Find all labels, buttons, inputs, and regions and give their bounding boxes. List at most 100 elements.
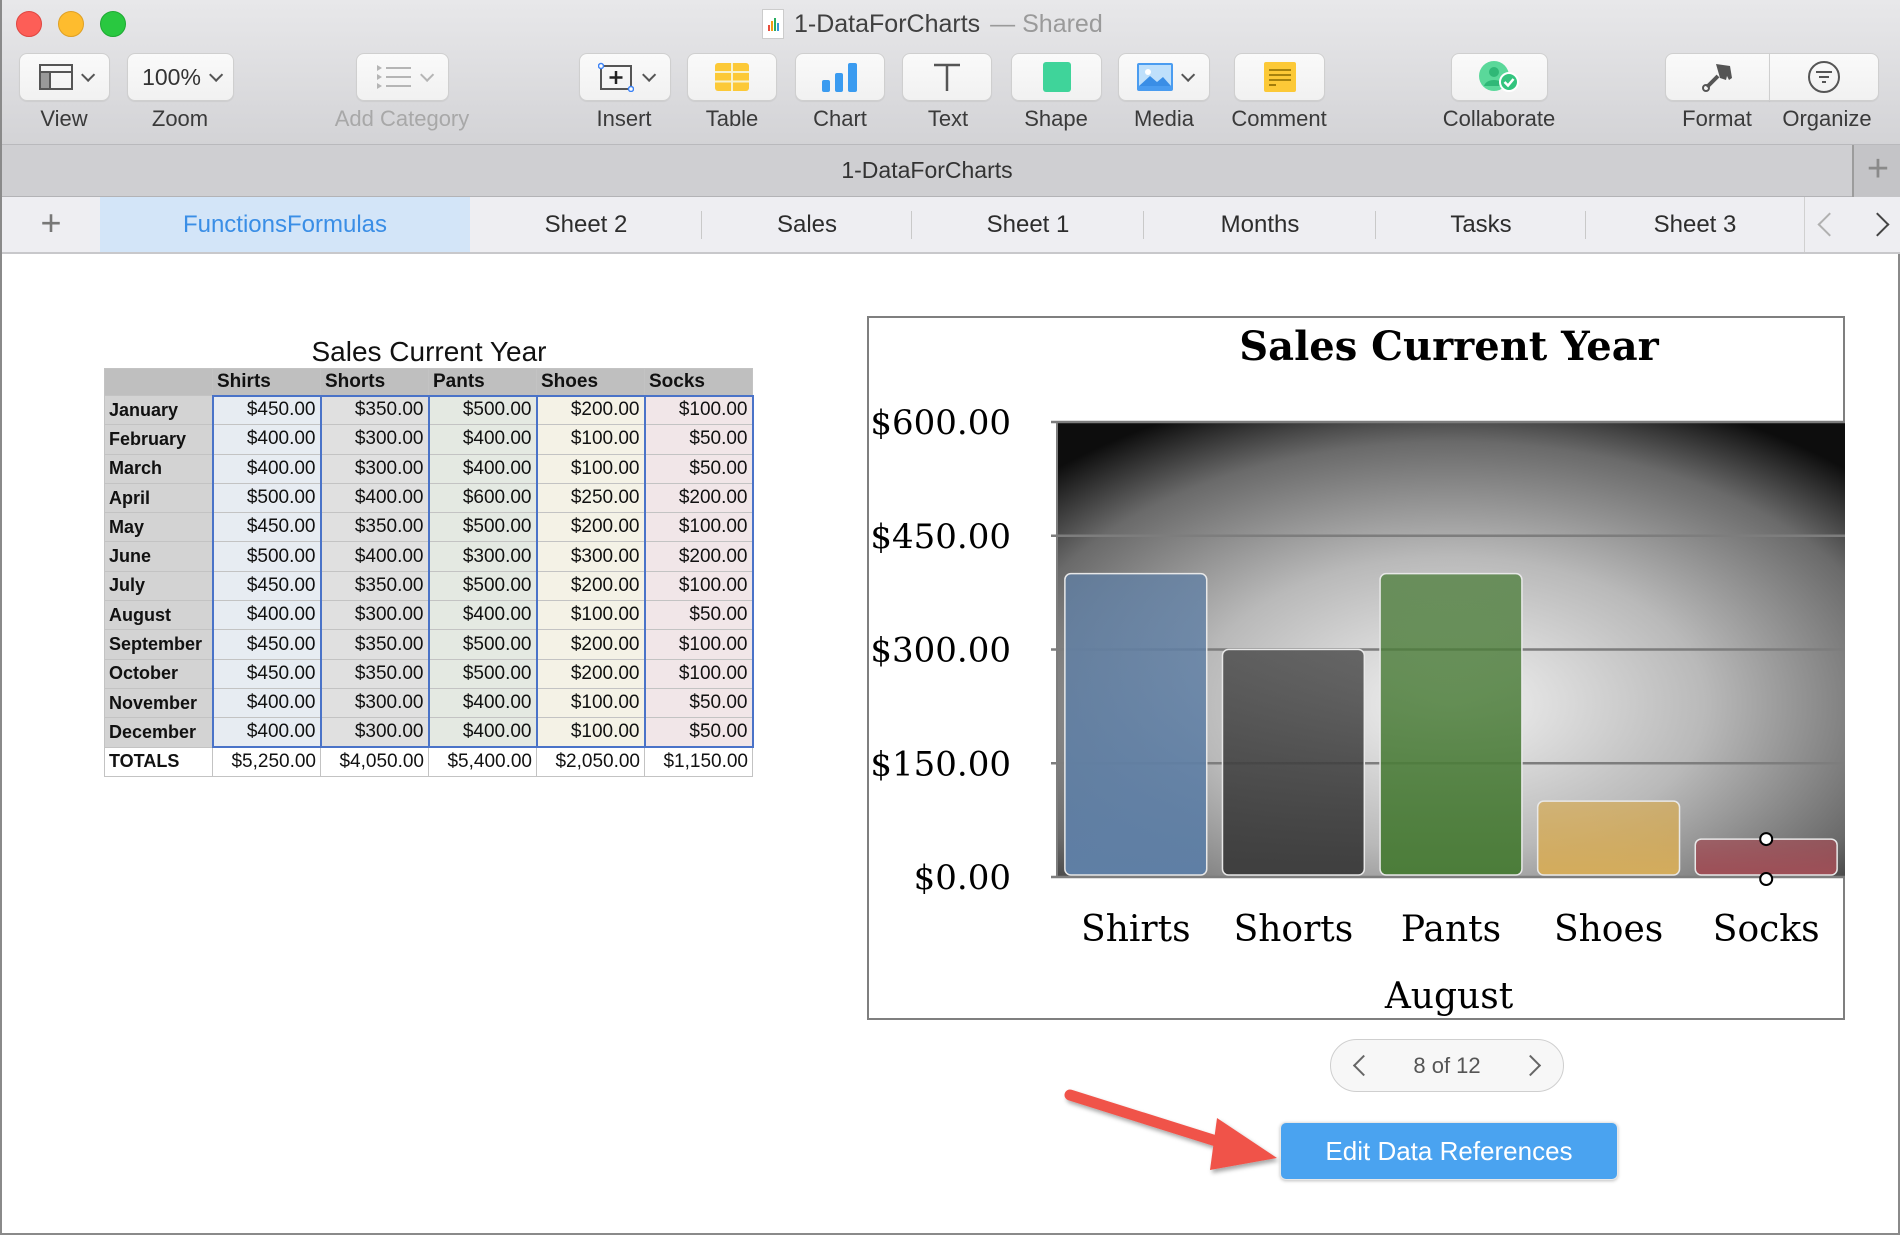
- row-header[interactable]: April: [104, 482, 213, 514]
- shape-button[interactable]: [1011, 53, 1102, 101]
- table-cell[interactable]: $300.00: [319, 424, 430, 455]
- collaborate-button[interactable]: [1451, 53, 1548, 101]
- row-header[interactable]: October: [104, 658, 213, 689]
- media-button[interactable]: [1118, 53, 1210, 101]
- table-cell[interactable]: $500.00: [211, 482, 322, 514]
- row-header[interactable]: March: [104, 453, 213, 484]
- table-cell[interactable]: $400.00: [211, 424, 322, 455]
- total-cell[interactable]: $5,250.00: [212, 746, 321, 777]
- table-cell[interactable]: $100.00: [643, 629, 754, 660]
- close-window-button[interactable]: [16, 11, 42, 37]
- column-header[interactable]: Socks: [644, 368, 753, 396]
- scroll-tabs-left-icon[interactable]: [1817, 212, 1842, 237]
- comment-button[interactable]: [1234, 53, 1325, 101]
- table-cell[interactable]: $100.00: [535, 600, 646, 631]
- table-cell[interactable]: $300.00: [319, 453, 430, 484]
- table-cell[interactable]: $100.00: [535, 424, 646, 455]
- table-cell[interactable]: $400.00: [211, 687, 322, 719]
- scroll-tabs-right-icon[interactable]: [1865, 212, 1890, 237]
- table-cell[interactable]: $300.00: [319, 687, 430, 719]
- table-cell[interactable]: $400.00: [427, 687, 538, 719]
- previous-row-button[interactable]: [1352, 1054, 1375, 1077]
- table-cell[interactable]: $500.00: [427, 394, 538, 426]
- table-cell[interactable]: $350.00: [319, 512, 430, 543]
- table-cell[interactable]: $500.00: [427, 512, 538, 543]
- table-cell[interactable]: $300.00: [427, 541, 538, 572]
- column-header[interactable]: Shirts: [212, 368, 321, 396]
- table-cell[interactable]: $50.00: [643, 687, 754, 719]
- table-cell[interactable]: $300.00: [535, 541, 646, 572]
- table-cell[interactable]: $400.00: [427, 453, 538, 484]
- table-cell[interactable]: $500.00: [427, 658, 538, 689]
- table-cell[interactable]: $450.00: [211, 394, 322, 426]
- column-header[interactable]: Pants: [428, 368, 537, 396]
- table-cell[interactable]: $200.00: [535, 658, 646, 689]
- table-cell[interactable]: $450.00: [211, 570, 322, 602]
- total-cell[interactable]: $4,050.00: [320, 746, 429, 777]
- table-cell[interactable]: $250.00: [535, 482, 646, 514]
- table-cell[interactable]: $350.00: [319, 658, 430, 689]
- row-header[interactable]: February: [104, 424, 213, 455]
- table-cell[interactable]: $100.00: [643, 658, 754, 689]
- table-cell[interactable]: $400.00: [427, 717, 538, 749]
- next-row-button[interactable]: [1519, 1054, 1542, 1077]
- row-header[interactable]: June: [104, 541, 213, 572]
- table-cell[interactable]: $200.00: [535, 394, 646, 426]
- tab-sheet-3[interactable]: Sheet 3: [1586, 197, 1804, 252]
- table-cell[interactable]: $450.00: [211, 658, 322, 689]
- total-cell[interactable]: $2,050.00: [536, 746, 645, 777]
- minimize-window-button[interactable]: [58, 11, 84, 37]
- table-cell[interactable]: $100.00: [643, 512, 754, 543]
- table-cell[interactable]: $350.00: [319, 629, 430, 660]
- column-header[interactable]: Shoes: [536, 368, 645, 396]
- table-cell[interactable]: $200.00: [643, 482, 754, 514]
- bar-chart[interactable]: Sales Current Year $0.00 $150.00 $300.00 $4…: [867, 316, 1845, 1020]
- table-cell[interactable]: $100.00: [535, 687, 646, 719]
- table-cell[interactable]: $400.00: [427, 424, 538, 455]
- table-cell[interactable]: $100.00: [643, 570, 754, 602]
- table-cell[interactable]: $400.00: [427, 600, 538, 631]
- add-category-button[interactable]: [356, 53, 449, 101]
- edit-data-references-button[interactable]: Edit Data References: [1280, 1122, 1618, 1180]
- table-cell[interactable]: $100.00: [643, 394, 754, 426]
- view-button[interactable]: [19, 53, 110, 101]
- table-cell[interactable]: $50.00: [643, 717, 754, 749]
- table-cell[interactable]: $400.00: [211, 600, 322, 631]
- table-cell[interactable]: $500.00: [427, 629, 538, 660]
- column-header[interactable]: [104, 368, 213, 396]
- total-cell[interactable]: $1,150.00: [644, 746, 753, 777]
- table-cell[interactable]: $450.00: [211, 512, 322, 543]
- tab-tasks[interactable]: Tasks: [1376, 197, 1586, 252]
- table-cell[interactable]: $400.00: [211, 453, 322, 484]
- row-header[interactable]: July: [104, 570, 213, 602]
- chart-button[interactable]: [795, 53, 885, 101]
- table-cell[interactable]: $400.00: [319, 482, 430, 514]
- row-header[interactable]: January: [104, 394, 213, 426]
- table-cell[interactable]: $450.00: [211, 629, 322, 660]
- table-cell[interactable]: $400.00: [319, 541, 430, 572]
- tab-sheet-1[interactable]: Sheet 1: [912, 197, 1144, 252]
- table-cell[interactable]: $50.00: [643, 424, 754, 455]
- row-header[interactable]: September: [104, 629, 213, 660]
- table-cell[interactable]: $300.00: [319, 717, 430, 749]
- table-cell[interactable]: $100.00: [535, 453, 646, 484]
- add-sheet-button[interactable]: +: [2, 197, 100, 252]
- table-cell[interactable]: $200.00: [535, 629, 646, 660]
- organize-button[interactable]: [1769, 53, 1879, 101]
- row-header[interactable]: August: [104, 600, 213, 631]
- table-cell[interactable]: $50.00: [643, 453, 754, 484]
- document-tab[interactable]: 1-DataForCharts: [2, 157, 1852, 184]
- tab-functionsformulas[interactable]: FunctionsFormulas: [100, 197, 470, 252]
- tab-months[interactable]: Months: [1144, 197, 1376, 252]
- table-cell[interactable]: $500.00: [211, 541, 322, 572]
- table-cell[interactable]: $400.00: [211, 717, 322, 749]
- row-header[interactable]: November: [104, 687, 213, 719]
- new-tab-button[interactable]: +: [1852, 145, 1900, 197]
- fullscreen-window-button[interactable]: [100, 11, 126, 37]
- table-cell[interactable]: $600.00: [427, 482, 538, 514]
- insert-button[interactable]: [579, 53, 671, 101]
- row-header[interactable]: May: [104, 512, 213, 543]
- table-cell[interactable]: $50.00: [643, 600, 754, 631]
- totals-label[interactable]: TOTALS: [104, 746, 213, 777]
- table-cell[interactable]: $100.00: [535, 717, 646, 749]
